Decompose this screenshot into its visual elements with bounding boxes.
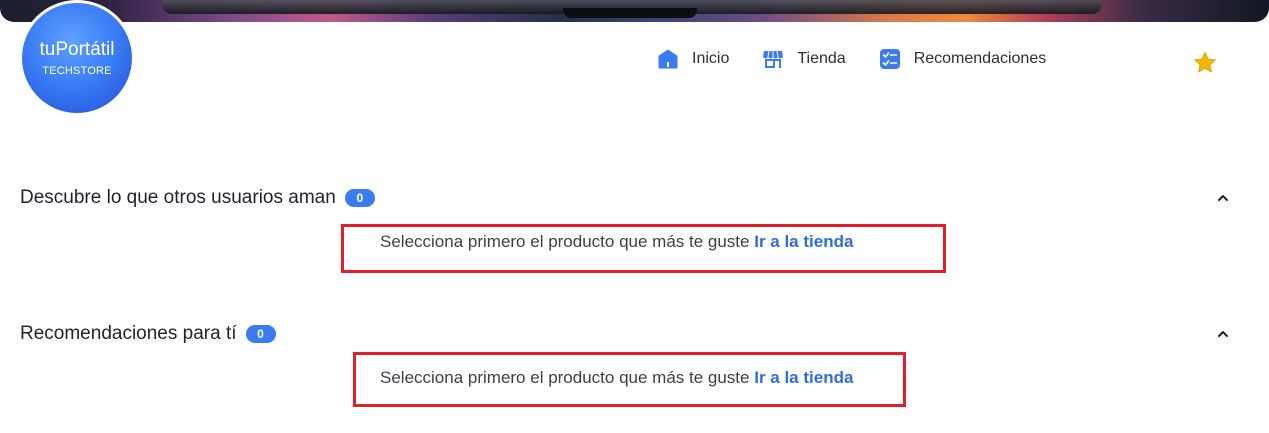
section-others-love: Descubre lo que otros usuarios aman 0 [20, 186, 1240, 210]
empty-state-text: Selecciona primero el producto que más t… [380, 232, 750, 251]
section-header[interactable]: Descubre lo que otros usuarios aman 0 [20, 186, 1240, 210]
favorites-star-icon[interactable] [1192, 50, 1218, 76]
page: tuPortátil TECHSTORE Inicio Tienda Recom… [0, 0, 1269, 433]
chevron-up-icon[interactable] [1214, 189, 1232, 207]
nav-item-inicio[interactable]: Inicio [657, 48, 729, 70]
store-icon [762, 48, 784, 70]
nav-label-recomendaciones: Recomendaciones [913, 50, 1047, 67]
brand-name: tuPortátil [39, 38, 115, 60]
main-nav: Inicio Tienda Recomendaciones [657, 46, 1046, 72]
chevron-up-icon[interactable] [1214, 325, 1232, 343]
nav-item-tienda[interactable]: Tienda [762, 48, 846, 70]
empty-state-text: Selecciona primero el producto que más t… [380, 368, 750, 387]
empty-state-message: Selecciona primero el producto que más t… [380, 367, 853, 389]
laptop-image-notch [563, 8, 697, 18]
count-badge: 0 [344, 189, 375, 207]
brand-logo-badge: tuPortátil TECHSTORE [22, 3, 132, 113]
go-to-store-link[interactable]: Ir a la tienda [754, 232, 853, 251]
count-badge: 0 [245, 325, 276, 343]
hero-banner-image [0, 0, 1269, 22]
empty-state-message: Selecciona primero el producto que más t… [380, 231, 853, 253]
nav-label-inicio: Inicio [692, 50, 730, 67]
section-recommendations: Recomendaciones para tí 0 [20, 322, 1240, 346]
brand-logo[interactable]: tuPortátil TECHSTORE [19, 0, 135, 116]
checklist-icon [879, 48, 901, 70]
home-icon [657, 48, 679, 70]
section-header[interactable]: Recomendaciones para tí 0 [20, 322, 1240, 346]
go-to-store-link[interactable]: Ir a la tienda [754, 368, 853, 387]
brand-tagline: TECHSTORE [42, 64, 112, 77]
nav-label-tienda: Tienda [797, 50, 846, 67]
nav-item-recomendaciones[interactable]: Recomendaciones [879, 48, 1047, 70]
section-title: Descubre lo que otros usuarios aman [20, 187, 336, 208]
section-title: Recomendaciones para tí [20, 323, 237, 344]
